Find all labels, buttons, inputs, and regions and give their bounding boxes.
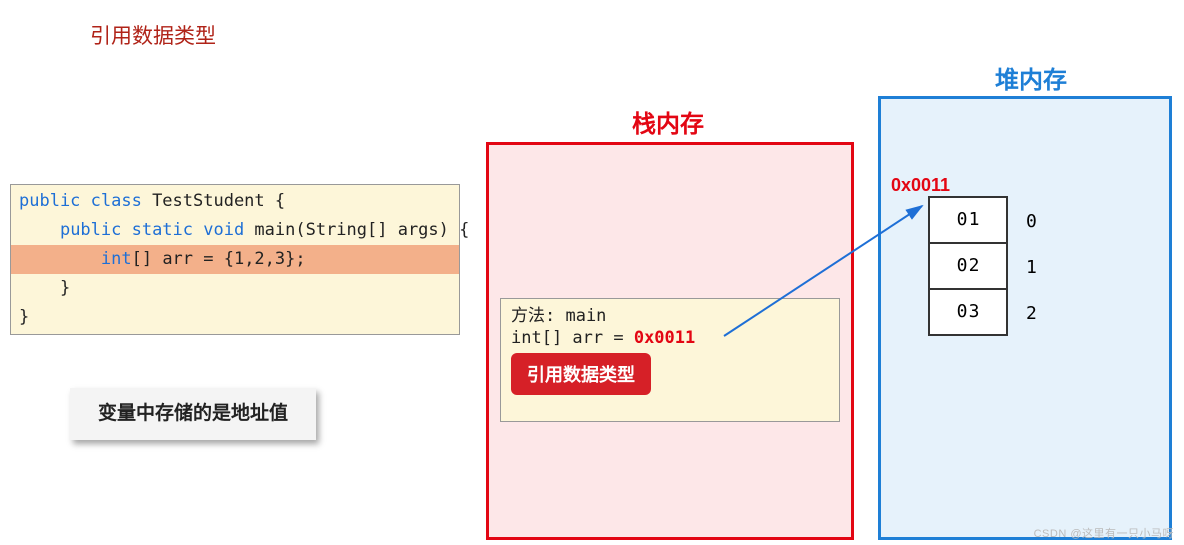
code-indent (19, 249, 101, 269)
code-indent (19, 220, 60, 240)
heap-index: 0 (1008, 211, 1038, 232)
code-text: } (11, 274, 459, 303)
heap-address-label: 0x0011 (891, 175, 950, 196)
heap-title: 堆内存 (995, 60, 1067, 95)
code-text: [] arr = {1,2,3}; (132, 249, 306, 269)
heap-cell: 0 1 (928, 196, 1008, 244)
stack-frame: 方法: main int[] arr = 0x0011 引用数据类型 (500, 298, 840, 422)
code-kw: public static void (60, 220, 244, 240)
frame-method: 方法: main (511, 305, 829, 327)
page-subtitle: 引用数据类型 (90, 20, 216, 50)
code-kw: int (101, 249, 132, 269)
watermark: CSDN @这里有一只小马呀 (1034, 525, 1174, 541)
code-text: } (11, 303, 459, 332)
frame-address: 0x0011 (634, 328, 695, 348)
heap-cells: 0 1 0 0 2 1 0 3 2 (928, 198, 1038, 336)
frame-var-decl: int[] arr = (511, 328, 634, 348)
note-caption: 变量中存储的是地址值 (70, 388, 316, 440)
heap-index: 2 (1008, 303, 1038, 324)
heap-index: 1 (1008, 257, 1038, 278)
heap-cell: 0 3 (928, 288, 1008, 336)
heap-cell: 0 2 (928, 242, 1008, 290)
code-text: main(String[] args) { (244, 220, 469, 240)
ref-type-badge: 引用数据类型 (511, 353, 651, 395)
code-kw: public class (19, 191, 142, 211)
code-text: TestStudent { (142, 191, 285, 211)
code-panel: public class TestStudent { public static… (10, 184, 460, 335)
stack-title: 栈内存 (632, 104, 704, 139)
